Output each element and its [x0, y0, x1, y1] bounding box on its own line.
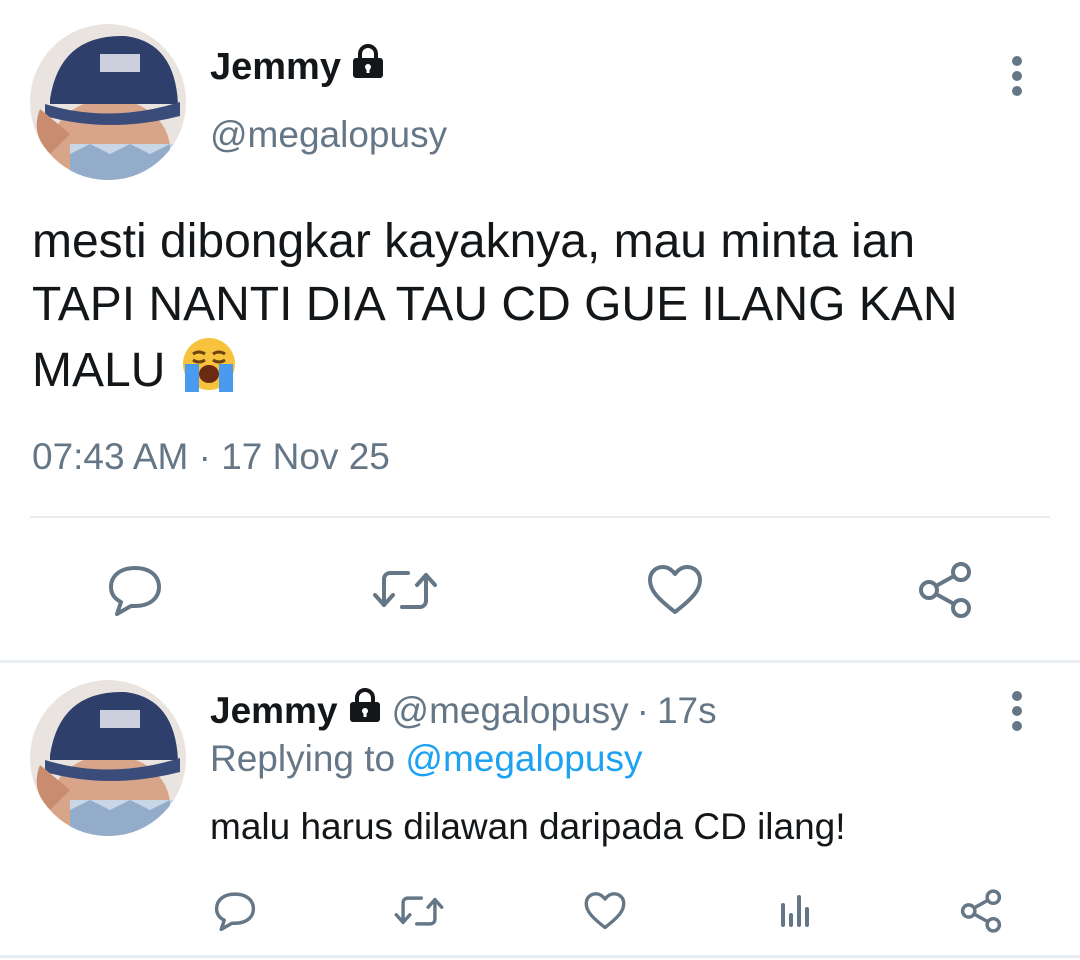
- reply-author-avatar[interactable]: [30, 680, 186, 836]
- share-button[interactable]: [948, 878, 1014, 944]
- loudly-crying-face-icon: [179, 336, 239, 410]
- like-icon: [584, 892, 626, 930]
- replying-prefix: Replying to: [210, 738, 396, 779]
- reply-timestamp: 17s: [656, 689, 717, 731]
- stats-icon: [781, 895, 809, 927]
- reply-author-name: Jemmy: [210, 689, 338, 731]
- author-name: Jemmy: [210, 45, 341, 88]
- lock-icon: [349, 44, 387, 90]
- more-vertical-icon[interactable]: [994, 690, 1040, 734]
- share-button[interactable]: [910, 555, 980, 625]
- lock-icon: [346, 688, 384, 733]
- reply-text: malu harus dilawan daripada CD ilang!: [210, 806, 846, 847]
- tweet-text-line: mesti dibongkar kayaknya, mau minta ian: [32, 215, 916, 268]
- author-avatar[interactable]: [30, 24, 186, 180]
- divider: [0, 955, 1080, 958]
- reply-button[interactable]: [100, 555, 170, 625]
- retweet-icon: [394, 896, 444, 926]
- tweet-timestamp: 07:43 AM · 17 Nov 25: [32, 436, 390, 477]
- reply-author-handle[interactable]: @megalopusy: [392, 690, 629, 732]
- divider: [30, 516, 1050, 518]
- like-button[interactable]: [640, 555, 710, 625]
- like-icon: [648, 565, 702, 614]
- author-name-row: Jemmy: [210, 44, 387, 90]
- tweet-text: mesti dibongkar kayaknya, mau minta ian …: [32, 210, 1042, 410]
- separator-dot: ·: [636, 689, 649, 731]
- reply-header: Jemmy @megalopusy · 17s: [210, 688, 717, 733]
- reply-icon: [109, 566, 161, 616]
- tweet-text-line-last: MALU: [32, 336, 1042, 410]
- reply-icon: [214, 892, 256, 932]
- retweet-button[interactable]: [370, 555, 440, 625]
- divider: [0, 660, 1080, 663]
- retweet-icon: [373, 571, 437, 609]
- share-icon: [919, 562, 971, 618]
- retweet-button[interactable]: [386, 878, 452, 944]
- tweet-text-line: TAPI NANTI DIA TAU CD GUE ILANG KAN: [32, 278, 958, 331]
- author-handle[interactable]: @megalopusy: [210, 114, 447, 156]
- replying-mention-link[interactable]: @megalopusy: [405, 738, 642, 779]
- stats-button[interactable]: [762, 878, 828, 944]
- more-vertical-icon[interactable]: [994, 55, 1040, 99]
- reply-button[interactable]: [202, 878, 268, 944]
- share-icon: [960, 889, 1002, 933]
- replying-to: Replying to @megalopusy: [210, 738, 642, 780]
- like-button[interactable]: [572, 878, 638, 944]
